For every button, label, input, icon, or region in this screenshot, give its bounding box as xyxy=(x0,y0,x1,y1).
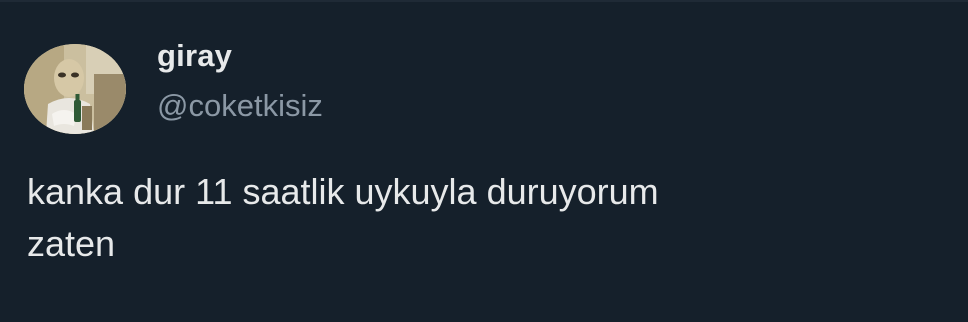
tweet-card[interactable]: giray @coketkisiz kanka dur 11 saatlik u… xyxy=(0,0,968,322)
avatar[interactable] xyxy=(24,44,126,134)
profile-photo-icon xyxy=(24,44,126,134)
tweet-text: kanka dur 11 saatlik uykuyla duruyorum z… xyxy=(27,171,659,264)
display-name[interactable]: giray xyxy=(157,40,232,71)
user-handle[interactable]: @coketkisiz xyxy=(157,90,323,121)
